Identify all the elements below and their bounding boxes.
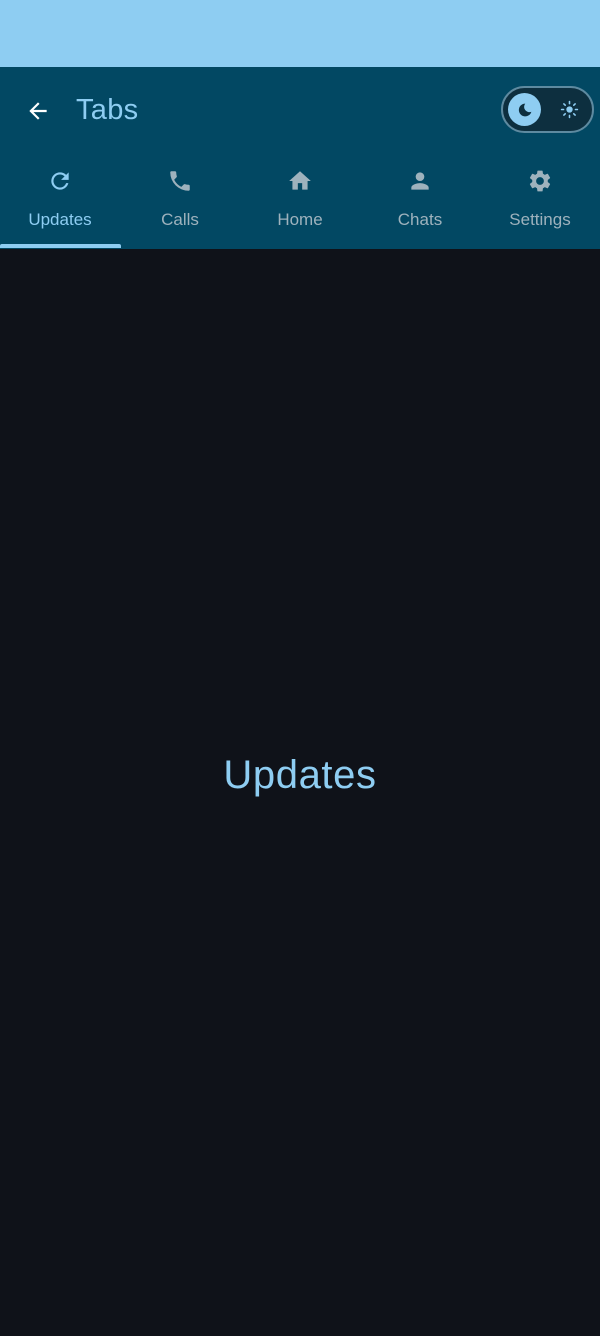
tab-label: Updates — [28, 210, 92, 229]
phone-icon — [170, 171, 190, 191]
tab-label: Chats — [397, 210, 443, 229]
tab-label: Home — [277, 210, 323, 229]
moon-icon — [518, 103, 531, 116]
page-title: Tabs — [76, 94, 139, 126]
tab-home[interactable]: Home — [240, 155, 360, 249]
home-icon — [289, 171, 311, 190]
tab-calls[interactable]: Calls — [120, 155, 240, 249]
arrow-back-icon — [29, 102, 47, 120]
back-button[interactable] — [14, 87, 62, 135]
person-icon — [411, 172, 429, 190]
toggle-knob — [508, 93, 541, 126]
refresh-icon — [51, 172, 69, 190]
content-title: Updates — [223, 753, 377, 797]
tab-label: Settings — [509, 210, 571, 229]
tab-settings[interactable]: Settings — [480, 155, 600, 249]
status-bar — [0, 0, 600, 67]
tab-indicator — [0, 244, 121, 248]
theme-toggle[interactable] — [501, 86, 594, 133]
tab-label: Calls — [161, 210, 199, 229]
app-bar: Tabs Updates Calls Home Chats Settings — [0, 67, 600, 249]
tab-updates[interactable]: Updates — [0, 155, 120, 249]
tab-content: Updates — [0, 249, 600, 1336]
gear-icon — [529, 170, 551, 192]
toolbar: Tabs — [0, 67, 600, 155]
sun-icon — [560, 100, 579, 119]
tab-bar: Updates Calls Home Chats Settings — [0, 155, 600, 249]
tab-chats[interactable]: Chats — [360, 155, 480, 249]
